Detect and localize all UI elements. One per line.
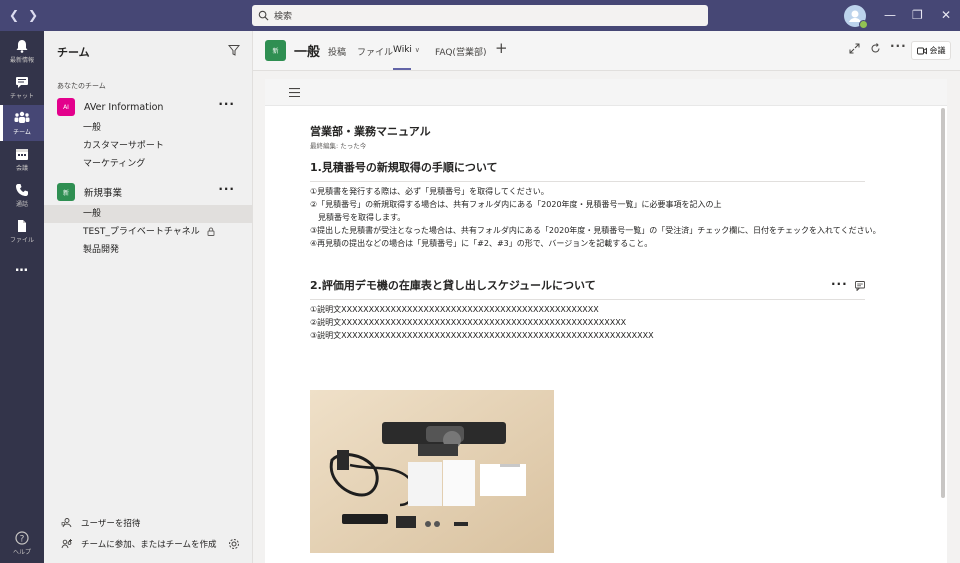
title-bar: ❮ ❯ 検索 — ❐ ✕ bbox=[0, 0, 960, 31]
channel-item-private[interactable]: TEST_プライベートチャネル bbox=[44, 223, 252, 241]
forward-arrow-icon[interactable]: ❯ bbox=[28, 8, 38, 22]
team-tile: AI bbox=[57, 98, 75, 116]
section-title[interactable]: 2.評価用デモ機の在庫表と貸し出しスケジュールについて bbox=[310, 277, 865, 300]
bell-icon bbox=[16, 39, 28, 53]
chevron-down-icon: ∨ bbox=[414, 46, 420, 54]
more-options-icon[interactable]: ··· bbox=[218, 98, 235, 110]
channel-name: 一般 bbox=[294, 45, 321, 60]
close-icon[interactable]: ✕ bbox=[941, 8, 951, 22]
rail-item-calls[interactable]: 通話 bbox=[0, 177, 44, 213]
filter-icon[interactable] bbox=[228, 44, 240, 56]
teams-icon bbox=[14, 111, 30, 123]
body-line: ②説明文XXXXXXXXXXXXXXXXXXXXXXXXXXXXXXXXXXXX… bbox=[310, 318, 627, 327]
refresh-icon[interactable] bbox=[870, 43, 881, 54]
invite-label: ユーザーを招待 bbox=[81, 519, 141, 529]
section-more-icon[interactable]: ··· bbox=[831, 277, 848, 291]
team-name: 新規事業 bbox=[84, 188, 123, 199]
search-box[interactable]: 検索 bbox=[252, 5, 708, 26]
add-tab-icon[interactable]: + bbox=[495, 41, 508, 56]
gear-icon[interactable] bbox=[228, 538, 240, 550]
channel-tile: 新 bbox=[265, 40, 286, 61]
active-tab-indicator bbox=[393, 68, 411, 70]
body-line: ④再見積の提出などの場合は「見積番号」に「#2、#3」の形で、バージョンを記載す… bbox=[310, 239, 653, 248]
meet-button[interactable]: 会議 bbox=[911, 41, 951, 60]
last-edited: 最終編集: たった今 bbox=[310, 142, 367, 150]
meet-label: 会議 bbox=[929, 46, 946, 55]
scrollbar[interactable] bbox=[941, 108, 945, 498]
restore-icon[interactable]: ❐ bbox=[912, 8, 923, 22]
phone-icon bbox=[16, 183, 28, 196]
tab-wiki-label: Wiki bbox=[393, 45, 412, 55]
channel-item[interactable]: 一般 bbox=[44, 119, 252, 137]
product-photo-illustration bbox=[310, 390, 554, 553]
back-arrow-icon[interactable]: ❮ bbox=[9, 8, 19, 22]
wiki-page: 営業部・業務マニュアル 最終編集: たった今 1.見積番号の新規取得の手順につい… bbox=[265, 106, 947, 563]
body-line: ②「見積番号」の新規取得する場合は、共有フォルダ内にある「2020年度・見積番号… bbox=[310, 200, 722, 209]
body-line: ③提出した見積書が受注となった場合は、共有フォルダ内にある「2020年度・見積番… bbox=[310, 226, 881, 235]
chat-icon bbox=[16, 76, 28, 88]
tab-faq[interactable]: FAQ(営業部) bbox=[435, 45, 486, 58]
join-label: チームに参加、またはチームを作成 bbox=[81, 540, 217, 550]
comment-icon[interactable] bbox=[855, 281, 865, 291]
hamburger-menu-icon[interactable] bbox=[289, 88, 300, 97]
more-options-icon[interactable]: ··· bbox=[890, 39, 907, 53]
more-icon: … bbox=[15, 259, 29, 275]
join-create-team-button[interactable]: チームに参加、またはチームを作成 bbox=[61, 538, 217, 550]
channel-header: 新 一般 投稿 ファイル Wiki ∨ FAQ(営業部) + ··· 会議 bbox=[253, 31, 960, 71]
tab-posts[interactable]: 投稿 bbox=[328, 45, 346, 58]
app-rail: 最新情報 チャット チーム 会議 通話 ファイル … ? ヘルプ bbox=[0, 31, 44, 563]
body-line: ①見積書を発行する際は、必ず「見積番号」を取得してください。 bbox=[310, 187, 549, 196]
lock-icon bbox=[207, 227, 215, 236]
tab-wiki[interactable]: Wiki ∨ bbox=[393, 45, 420, 55]
body-line: 見積番号を取得します。 bbox=[310, 213, 406, 222]
team-tile: 新 bbox=[57, 183, 75, 201]
help-icon: ? bbox=[15, 530, 29, 545]
rail-item-more[interactable]: … bbox=[0, 249, 44, 285]
page-title: 営業部・業務マニュアル bbox=[310, 125, 431, 138]
tab-files[interactable]: ファイル bbox=[357, 45, 393, 58]
channel-item-selected[interactable]: 一般 bbox=[44, 205, 252, 223]
rail-item-activity[interactable]: 最新情報 bbox=[0, 33, 44, 69]
channel-item[interactable]: マーケティング bbox=[44, 155, 252, 173]
body-line: ①説明文XXXXXXXXXXXXXXXXXXXXXXXXXXXXXXXXXXXX… bbox=[310, 305, 599, 314]
search-placeholder: 検索 bbox=[274, 12, 293, 22]
panel-title: チーム bbox=[57, 46, 90, 59]
minimize-icon[interactable]: — bbox=[884, 8, 896, 22]
file-icon bbox=[18, 219, 26, 232]
search-icon bbox=[258, 10, 269, 21]
channel-item[interactable]: 製品開発 bbox=[44, 241, 252, 259]
channel-item[interactable]: カスタマーサポート bbox=[44, 137, 252, 155]
invite-users-button[interactable]: ユーザーを招待 bbox=[61, 517, 140, 529]
team-shinki-jigyo[interactable]: 新 新規事業 ··· bbox=[57, 183, 247, 201]
status-available-icon bbox=[859, 20, 868, 29]
body-line: ③説明文XXXXXXXXXXXXXXXXXXXXXXXXXXXXXXXXXXXX… bbox=[310, 331, 654, 340]
section-label: あなたのチーム bbox=[57, 82, 106, 90]
product-photo bbox=[310, 390, 554, 553]
wiki-area: 営業部・業務マニュアル 最終編集: たった今 1.見積番号の新規取得の手順につい… bbox=[253, 71, 960, 563]
calendar-icon bbox=[16, 148, 28, 160]
rail-item-chat[interactable]: チャット bbox=[0, 69, 44, 105]
expand-icon[interactable] bbox=[849, 43, 860, 54]
teams-panel: チーム あなたのチーム AI AVer Information ··· 一般 カ… bbox=[44, 31, 253, 563]
channel-label: TEST_プライベートチャネル bbox=[83, 227, 200, 237]
invite-user-icon bbox=[61, 518, 72, 528]
rail-item-calendar[interactable]: 会議 bbox=[0, 141, 44, 177]
rail-item-files[interactable]: ファイル bbox=[0, 213, 44, 249]
section-title[interactable]: 1.見積番号の新規取得の手順について bbox=[310, 159, 865, 182]
rail-item-help[interactable]: ? ヘルプ bbox=[0, 525, 44, 561]
video-camera-icon bbox=[916, 47, 927, 54]
svg-text:?: ? bbox=[20, 534, 25, 544]
rail-item-teams[interactable]: チーム bbox=[0, 105, 44, 141]
team-name: AVer Information bbox=[84, 101, 164, 113]
avatar[interactable] bbox=[844, 5, 868, 29]
team-aver-information[interactable]: AI AVer Information ··· bbox=[57, 98, 247, 116]
more-options-icon[interactable]: ··· bbox=[218, 183, 235, 195]
add-team-icon bbox=[61, 539, 72, 549]
wiki-toolbar bbox=[265, 79, 947, 106]
